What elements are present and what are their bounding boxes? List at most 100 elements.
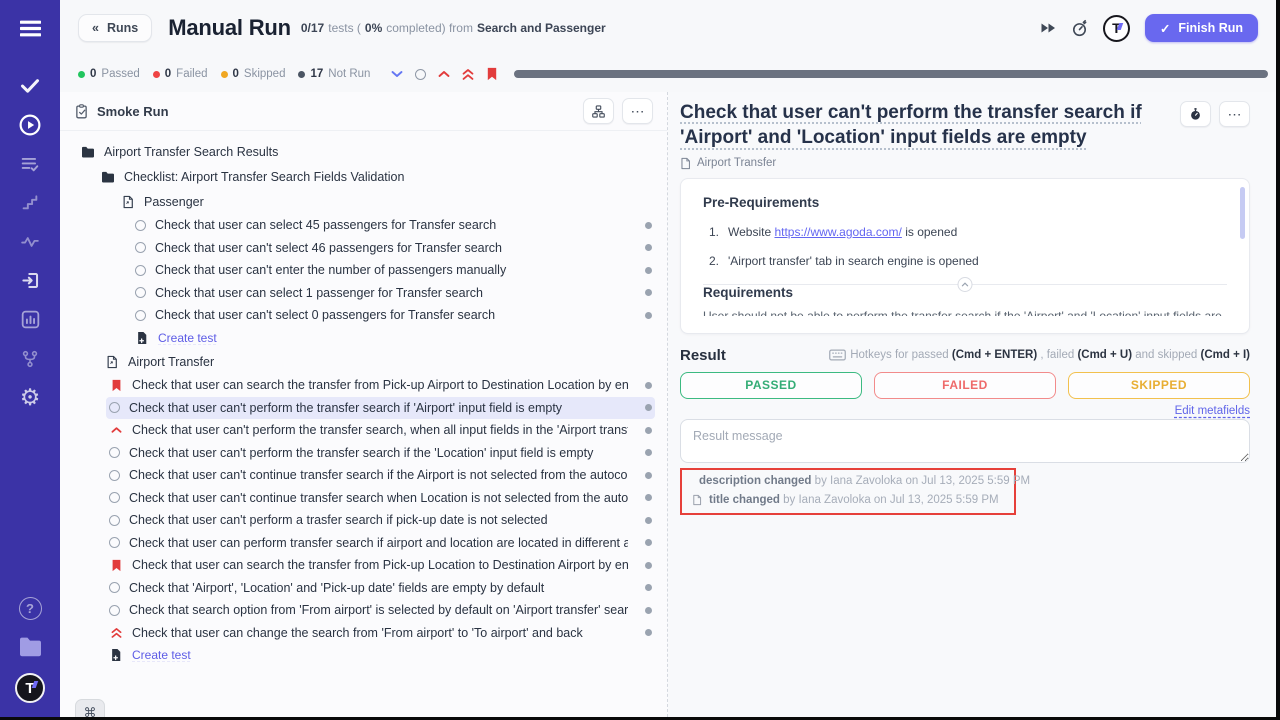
skipped-button[interactable]: SKIPPED (1068, 372, 1250, 399)
status-dot-icon (153, 71, 160, 78)
tree-item-label: Check that user can't continue transfer … (129, 468, 628, 482)
stopwatch-button[interactable] (1180, 101, 1211, 127)
history-item: description changed by Iana Zavoloka on … (692, 475, 1004, 487)
tree-folder-item[interactable]: Checklist: Airport Transfer Search Field… (60, 164, 667, 189)
tree-folder-item[interactable]: Airport Transfer Search Results (60, 139, 667, 164)
failed-button[interactable]: FAILED (874, 372, 1056, 399)
check-nav-icon[interactable] (0, 66, 60, 105)
suite-header: Smoke Run ⋯ (60, 92, 667, 131)
finish-run-button[interactable]: ✓ Finish Run (1145, 14, 1258, 42)
percent-completed: 0% (365, 21, 382, 35)
collapse-handle-icon[interactable] (958, 277, 973, 292)
tree-test-item[interactable]: Check that user can't perform the transf… (60, 397, 667, 420)
source-plan-name: Search and Passenger (477, 21, 606, 35)
tree-test-item[interactable]: Check that search option from 'From airp… (60, 599, 667, 622)
projects-folder-icon[interactable] (0, 636, 60, 657)
test-state-dot (645, 382, 652, 389)
runs-play-icon[interactable] (0, 105, 60, 144)
tree-test-item[interactable]: Check that user can't select 46 passenge… (60, 237, 667, 260)
tree-test-item[interactable]: Check that user can search the transfer … (60, 374, 667, 397)
milestones-steps-icon[interactable] (0, 183, 60, 222)
not-run-filter-icon[interactable] (415, 69, 426, 80)
test-state-dot (645, 472, 652, 479)
command-shortcut-button[interactable]: ⌘ (75, 699, 105, 717)
test-title[interactable]: Check that user can't perform the transf… (680, 100, 1195, 151)
test-state-dot (645, 517, 652, 524)
create-test-link[interactable]: Create test (60, 327, 667, 350)
card-scrollbar-thumb[interactable] (1240, 187, 1245, 239)
tree-item-label: Check that user can't perform the transf… (129, 446, 628, 460)
test-more-button[interactable]: ⋯ (1219, 101, 1250, 127)
tree-test-item[interactable]: Check that 'Airport', 'Location' and 'Pi… (60, 577, 667, 600)
test-parent-tag[interactable]: Airport Transfer (680, 157, 1250, 170)
fast-forward-icon[interactable] (1040, 22, 1056, 34)
chevron-up-icon[interactable] (438, 70, 450, 78)
menu-icon[interactable] (0, 4, 60, 52)
status-count: 0Passed (78, 68, 140, 80)
tree-test-item[interactable]: Check that user can't continue transfer … (60, 487, 667, 510)
list-number: 1. (705, 225, 719, 239)
test-state-dot (645, 539, 652, 546)
chevron-down-icon[interactable] (391, 70, 403, 78)
test-state-dot (645, 427, 652, 434)
status-circle-icon (109, 582, 120, 593)
tree-test-item[interactable]: Check that user can't select 0 passenger… (60, 304, 667, 327)
create-test-link[interactable]: Create test (60, 644, 667, 667)
tree-test-item[interactable]: Check that user can't perform the transf… (60, 442, 667, 465)
edit-metafields-link[interactable]: Edit metafields (1175, 405, 1250, 417)
tree-view-toggle-button[interactable] (583, 98, 614, 124)
passed-button[interactable]: PASSED (680, 372, 862, 399)
screen: ⚙ ? T « Runs Manual Run 0/17 tests (0, 0, 1280, 720)
page-title: Manual Run (168, 15, 291, 41)
test-state-dot (645, 244, 652, 251)
subtitle-text: tests ( (328, 21, 361, 35)
tree-test-item[interactable]: Check that user can perform transfer sea… (60, 532, 667, 555)
tree-doc-item[interactable]: Passenger (60, 189, 667, 214)
create-test-icon (109, 648, 123, 662)
tree-test-item[interactable]: Check that user can change the search fr… (60, 622, 667, 645)
result-heading: Result (680, 347, 726, 364)
tree-item-label: Check that user can select 1 passenger f… (155, 286, 628, 300)
import-signin-icon[interactable] (0, 261, 60, 300)
chevrons-icon (109, 627, 123, 639)
tree-item-label: Check that user can't perform the transf… (129, 401, 628, 415)
app-rail: ⚙ ? T (0, 0, 60, 717)
help-glyph: ? (26, 601, 34, 616)
app-window: ⚙ ? T « Runs Manual Run 0/17 tests (0, 0, 1276, 717)
help-icon[interactable]: ? (19, 597, 42, 620)
branch-icon[interactable] (0, 339, 60, 378)
double-chevron-up-icon[interactable] (462, 68, 474, 81)
status-counts: 0Passed0Failed0Skipped17Not Run (78, 68, 383, 80)
settings-gear-icon[interactable]: ⚙ (0, 378, 60, 417)
tree-test-item[interactable]: Check that user can't perform the transf… (60, 419, 667, 442)
tree-test-item[interactable]: Check that user can't enter the number o… (60, 259, 667, 282)
tree-test-item[interactable]: Check that user can search the transfer … (60, 554, 667, 577)
tree-test-item[interactable]: Check that user can't perform a trasfer … (60, 509, 667, 532)
status-filters (391, 67, 498, 81)
folder-icon (81, 146, 95, 158)
test-tree: Airport Transfer Search ResultsChecklist… (60, 131, 667, 717)
user-avatar[interactable]: T (1103, 15, 1130, 42)
bookmark-filter-icon[interactable] (486, 67, 498, 81)
status-circle-icon (135, 310, 146, 321)
agoda-link[interactable]: https://www.agoda.com/ (774, 225, 901, 239)
workspace-avatar[interactable]: T (15, 673, 45, 703)
tree-doc-item[interactable]: Airport Transfer (60, 349, 667, 374)
activity-pulse-icon[interactable] (0, 222, 60, 261)
document-icon (121, 195, 135, 209)
tree-test-item[interactable]: Check that user can't continue transfer … (60, 464, 667, 487)
tree-test-item[interactable]: Check that user can select 1 passenger f… (60, 282, 667, 305)
tree-test-item[interactable]: Check that user can select 45 passengers… (60, 214, 667, 237)
result-message-input[interactable] (680, 419, 1250, 463)
suite-more-button[interactable]: ⋯ (622, 98, 653, 124)
run-header-bar: « Runs Manual Run 0/17 tests ( 0% comple… (60, 0, 1276, 56)
test-state-dot (645, 607, 652, 614)
tree-item-label: Check that user can change the search fr… (132, 626, 628, 640)
retry-timer-icon[interactable] (1071, 19, 1088, 37)
test-plans-icon[interactable] (0, 144, 60, 183)
back-to-runs-button[interactable]: « Runs (78, 14, 152, 42)
bookmark-icon (109, 559, 123, 572)
reports-chart-icon[interactable] (0, 300, 60, 339)
content-panes: Smoke Run ⋯ Airport Transfer Search Resu… (60, 92, 1276, 717)
tree-item-label: Check that user can search the transfer … (132, 378, 628, 392)
